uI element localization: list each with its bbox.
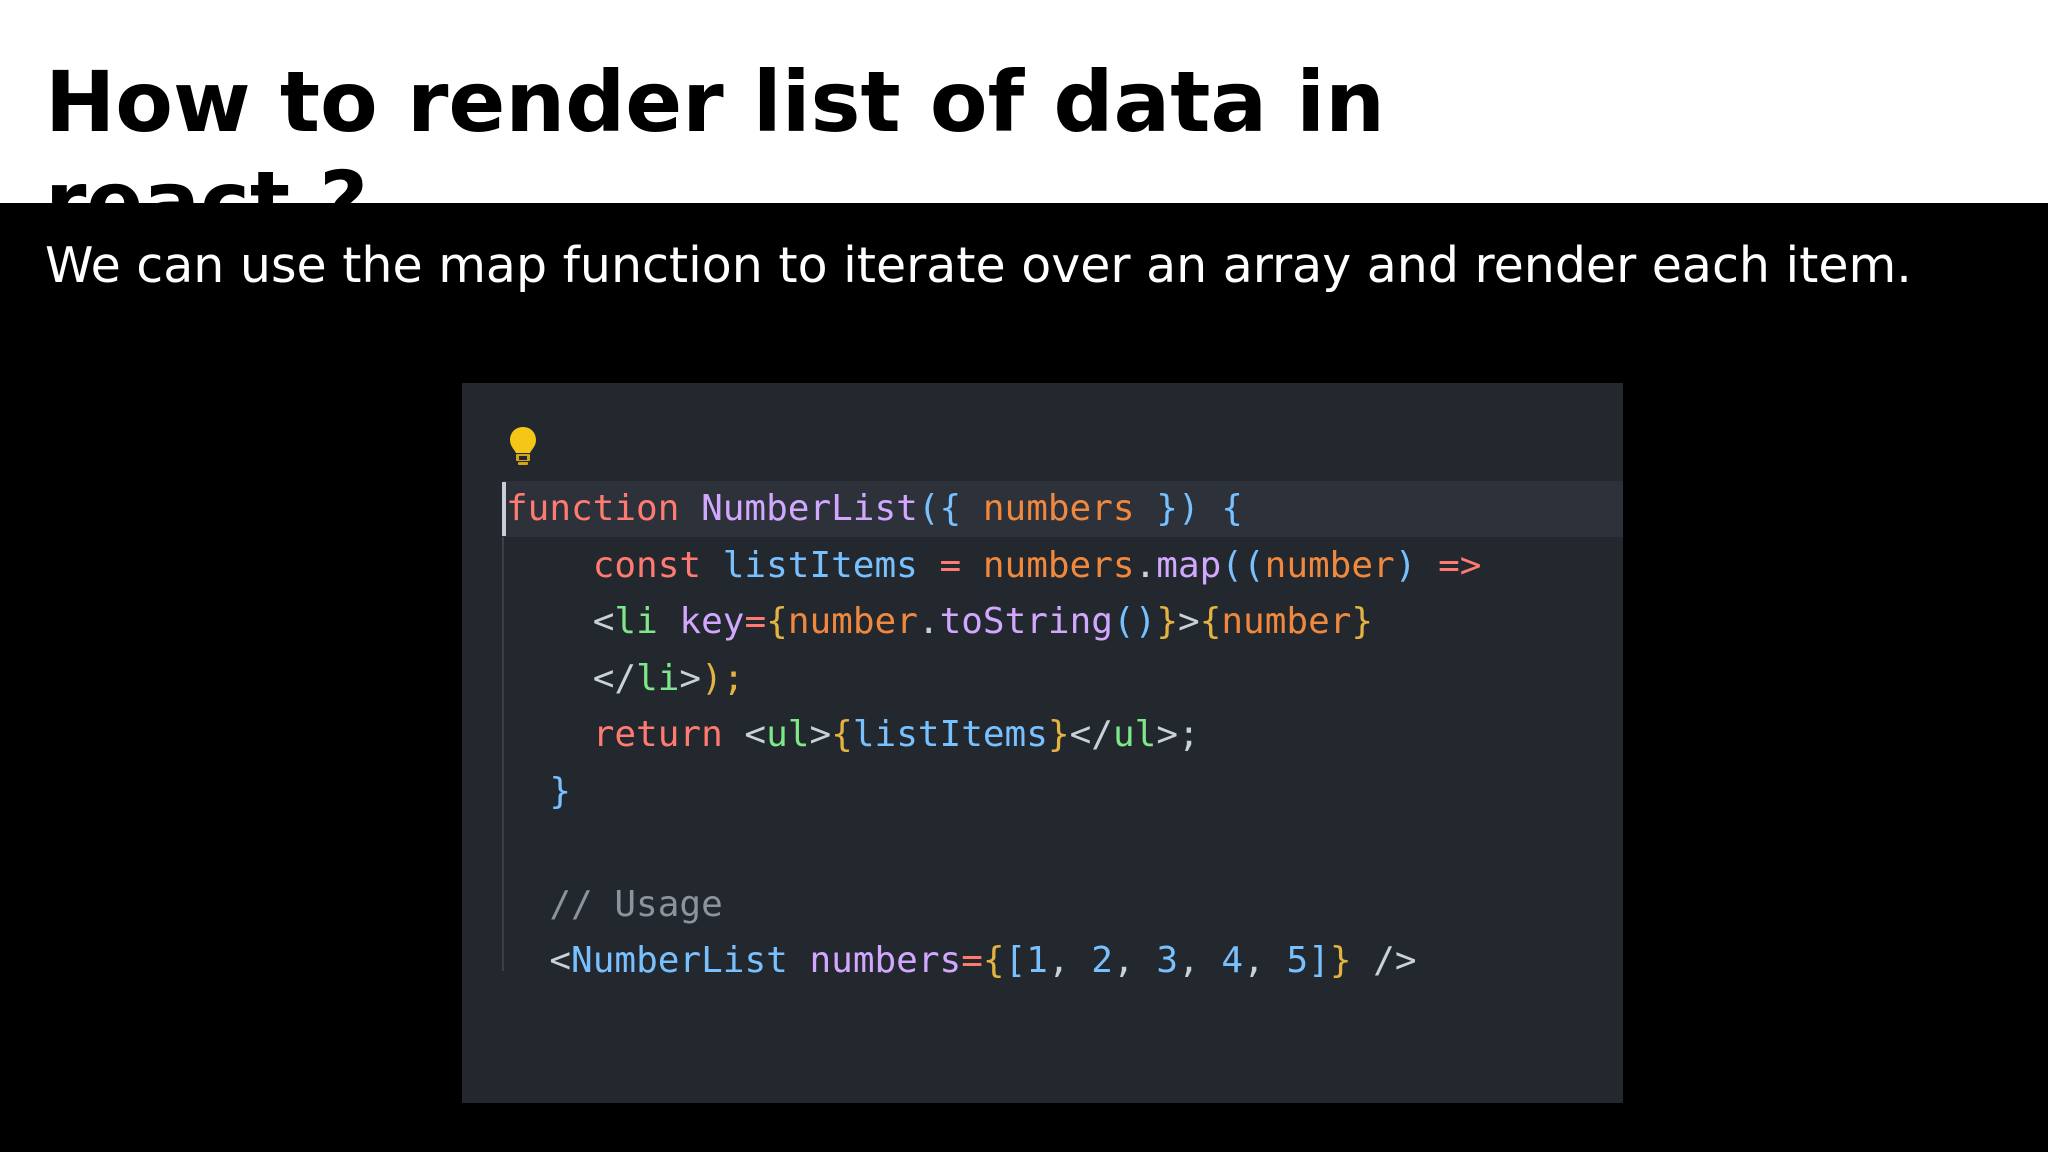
code-token: [ bbox=[1004, 940, 1027, 981]
slide-body: We can use the map function to iterate o… bbox=[0, 203, 2048, 1152]
code-token: numbers bbox=[961, 488, 1157, 529]
code-token: </ bbox=[592, 657, 637, 699]
code-token: return bbox=[592, 714, 723, 755]
code-token: const bbox=[592, 544, 702, 586]
code-line: const listItems = numbers.map((number) =… bbox=[506, 538, 1482, 595]
code-token: < bbox=[592, 601, 615, 642]
code-screenshot: function NumberList({ numbers }) { const… bbox=[462, 383, 1623, 1103]
code-token: ul bbox=[1112, 714, 1157, 755]
code-token: ) bbox=[1394, 544, 1417, 586]
code-token: li bbox=[636, 657, 680, 699]
code-token: </ bbox=[1069, 714, 1113, 755]
title-band: How to render list of data in react ? bbox=[0, 0, 2048, 203]
code-token: numbers bbox=[961, 544, 1135, 586]
code-token: li bbox=[614, 601, 658, 642]
code-token: () bbox=[1112, 601, 1157, 642]
code-token: > bbox=[1178, 601, 1200, 642]
code-token: } bbox=[1329, 940, 1352, 981]
code-token: number bbox=[1221, 601, 1352, 642]
indent-guide bbox=[502, 537, 504, 971]
code-token: . bbox=[917, 601, 940, 642]
code-token: }) bbox=[1156, 488, 1200, 529]
code-token: listItems bbox=[701, 544, 940, 586]
slide-subtitle: We can use the map function to iterate o… bbox=[45, 237, 1912, 294]
code-token: key bbox=[657, 601, 745, 642]
code-line: } bbox=[506, 764, 1481, 821]
lightbulb-icon[interactable] bbox=[508, 425, 538, 467]
code-token: (( bbox=[1221, 544, 1265, 586]
code-token: ] bbox=[1308, 940, 1330, 981]
code-token: < bbox=[722, 714, 767, 755]
code-token: { bbox=[1199, 601, 1222, 642]
code-line: <NumberList numbers={[1, 2, 3, 4, 5]} /> bbox=[506, 933, 1481, 990]
code-line: <li key={number.toString()}>{number} bbox=[506, 594, 1481, 651]
code-token: , bbox=[1178, 940, 1222, 981]
code-token: } bbox=[549, 770, 572, 812]
code-token: { bbox=[1199, 488, 1243, 529]
code-token: { bbox=[766, 601, 788, 642]
code-line: return <ul>{listItems}</ul>; bbox=[506, 707, 1481, 764]
code-token: listItems bbox=[852, 714, 1048, 755]
code-token: >; bbox=[1156, 714, 1200, 755]
code-token: = bbox=[744, 601, 767, 642]
slide-title: How to render list of data in react ? bbox=[45, 53, 1385, 203]
code-token: { bbox=[831, 714, 853, 755]
code-token: 3 bbox=[1156, 940, 1179, 981]
code-token: ); bbox=[701, 657, 745, 699]
code-token: NumberList bbox=[571, 940, 788, 981]
code-token: number bbox=[1264, 544, 1395, 586]
code-token: function bbox=[506, 488, 680, 529]
code-token: toString bbox=[939, 601, 1113, 642]
code-line: </li>); bbox=[506, 651, 1481, 708]
code-token: 5 bbox=[1286, 940, 1309, 981]
code-token: map bbox=[1156, 544, 1222, 586]
code-token: , bbox=[1047, 940, 1092, 981]
code-line: // Usage bbox=[506, 877, 1481, 934]
code-token: = bbox=[961, 940, 983, 981]
code-token: => bbox=[1416, 544, 1482, 586]
code-token: = bbox=[939, 544, 962, 586]
code-token: // Usage bbox=[549, 883, 723, 925]
code-token: NumberList bbox=[701, 488, 918, 529]
code-token: , bbox=[1243, 940, 1287, 981]
code-token: 1 bbox=[1026, 940, 1048, 981]
code-token: . bbox=[1134, 544, 1157, 586]
code-token: } bbox=[1156, 601, 1178, 642]
code-token: } bbox=[1047, 714, 1070, 755]
code-token: , bbox=[1112, 940, 1157, 981]
code-token: 2 bbox=[1091, 940, 1113, 981]
code-token: numbers bbox=[787, 940, 962, 981]
code-token: /> bbox=[1351, 940, 1417, 981]
code-token: > bbox=[809, 714, 832, 755]
code-block: function NumberList({ numbers }) { const… bbox=[506, 481, 1481, 990]
code-token: } bbox=[1351, 601, 1374, 642]
code-line: function NumberList({ numbers }) { bbox=[506, 481, 1481, 538]
code-token: > bbox=[679, 657, 702, 699]
code-token: { bbox=[982, 940, 1005, 981]
code-token: ul bbox=[766, 714, 810, 755]
code-token: < bbox=[549, 940, 572, 981]
code-token: ({ bbox=[917, 488, 962, 529]
code-token: number bbox=[787, 601, 918, 642]
code-token: 4 bbox=[1221, 940, 1244, 981]
